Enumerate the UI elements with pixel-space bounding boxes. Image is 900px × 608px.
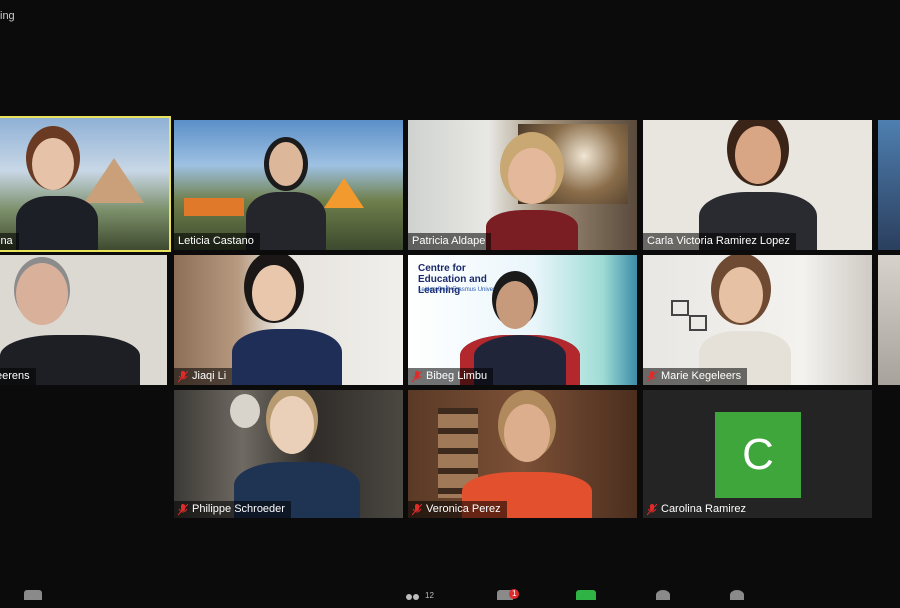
participant-name: Carla Victoria Ramirez Lopez bbox=[647, 235, 790, 247]
chat-notification-badge: 1 bbox=[509, 589, 520, 599]
video-tile[interactable]: Carla Victoria Ramirez Lopez bbox=[643, 120, 872, 250]
mute-icon[interactable] bbox=[24, 590, 42, 600]
avatar: C bbox=[715, 412, 801, 498]
video-tile[interactable]: Patricia Aldape bbox=[408, 120, 637, 250]
video-tile[interactable]: Marie Kegeleers bbox=[643, 255, 872, 385]
participant-name: Marie Kegeleers bbox=[661, 370, 742, 382]
participant-name-tag: Bibeg Limbu bbox=[408, 368, 494, 385]
record-icon[interactable] bbox=[656, 590, 670, 600]
participant-name-tag: Philippe Schroeder bbox=[174, 501, 291, 518]
muted-mic-icon bbox=[178, 370, 188, 382]
muted-mic-icon bbox=[412, 370, 422, 382]
muted-mic-icon bbox=[178, 503, 188, 515]
participant-name-tag: Veronica Perez bbox=[408, 501, 507, 518]
participant-name-tag: Patricia Aldape bbox=[408, 233, 492, 250]
muted-mic-icon bbox=[647, 503, 657, 515]
muted-mic-icon bbox=[412, 503, 422, 515]
video-tile[interactable]: Philippe Schroeder bbox=[174, 390, 403, 518]
slide-subtitle: Leiden-Delft-Erasmus Universities bbox=[418, 287, 509, 293]
video-tile[interactable] bbox=[878, 120, 900, 250]
participant-name: eerens bbox=[0, 370, 30, 382]
participant-name-tag: Jiaqi Li bbox=[174, 368, 233, 385]
participant-name-tag: Marie Kegeleers bbox=[643, 368, 748, 385]
reactions-icon[interactable] bbox=[730, 590, 744, 600]
video-gallery: ina Leticia Castano Patricia Aldape Carl… bbox=[0, 0, 900, 600]
participant-name: Patricia Aldape bbox=[412, 235, 486, 247]
participant-name: ina bbox=[0, 235, 13, 247]
share-screen-icon[interactable] bbox=[576, 590, 596, 600]
participant-name-tag: eerens bbox=[0, 368, 36, 385]
participant-name-tag: ina bbox=[0, 233, 19, 250]
participant-name: Leticia Castano bbox=[178, 235, 254, 247]
video-tile[interactable]: ina bbox=[0, 116, 171, 252]
participant-name-tag: Leticia Castano bbox=[174, 233, 260, 250]
muted-mic-icon bbox=[647, 370, 657, 382]
video-tile[interactable]: Centre for Education and Learning Leiden… bbox=[408, 255, 637, 385]
video-tile[interactable]: Leticia Castano bbox=[174, 120, 403, 250]
participant-name: Philippe Schroeder bbox=[192, 503, 285, 515]
participant-name-tag: Carolina Ramirez bbox=[643, 501, 752, 518]
video-tile[interactable]: Veronica Perez bbox=[408, 390, 637, 518]
participant-name: Veronica Perez bbox=[426, 503, 501, 515]
participant-name: Carolina Ramirez bbox=[661, 503, 746, 515]
participants-icon[interactable] bbox=[403, 590, 423, 600]
video-tile[interactable]: C Carolina Ramirez bbox=[643, 390, 872, 518]
video-tile[interactable] bbox=[878, 255, 900, 385]
meeting-toolbar: 12 1 bbox=[0, 586, 900, 600]
participants-count: 12 bbox=[425, 591, 434, 600]
video-tile[interactable]: Jiaqi Li bbox=[174, 255, 403, 385]
participant-name: Jiaqi Li bbox=[192, 370, 227, 382]
participant-name: Bibeg Limbu bbox=[426, 370, 488, 382]
participant-name-tag: Carla Victoria Ramirez Lopez bbox=[643, 233, 796, 250]
video-tile[interactable]: eerens bbox=[0, 255, 167, 385]
